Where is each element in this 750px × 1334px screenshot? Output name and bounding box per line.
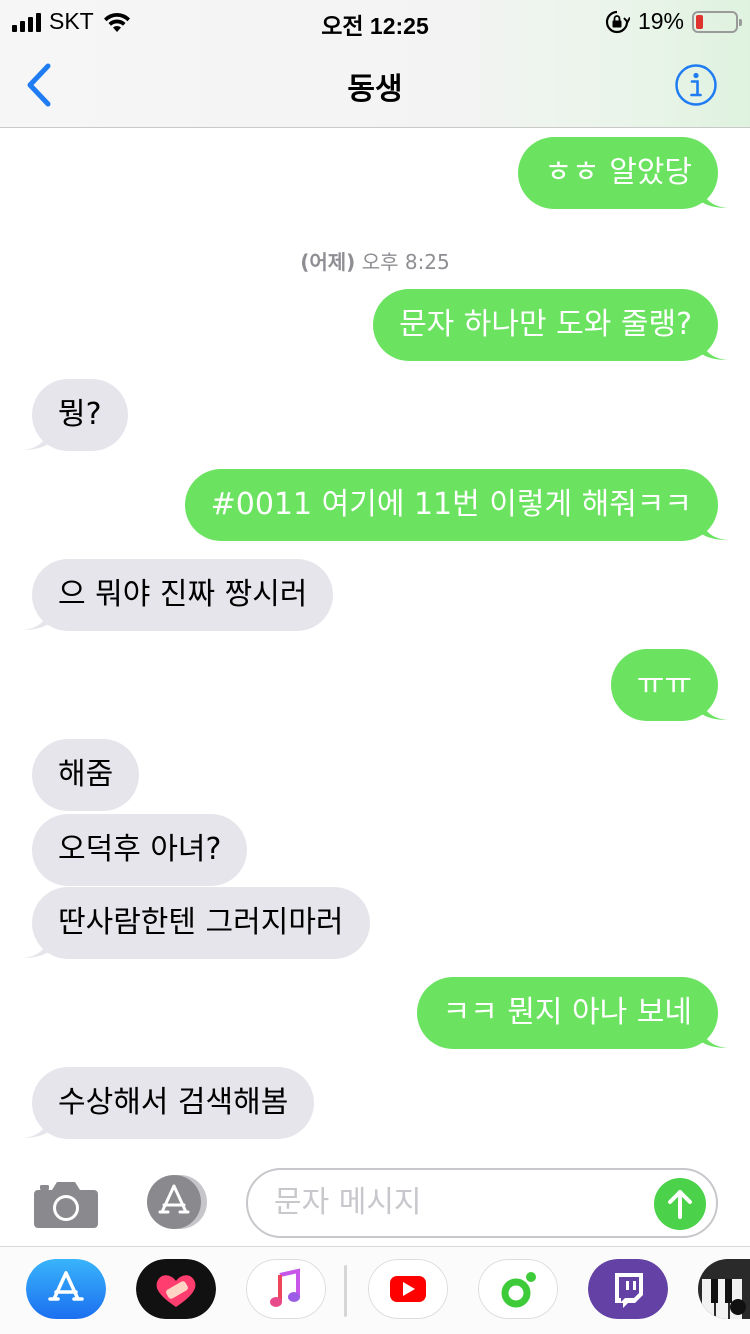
message-text: 뭥?: [58, 397, 102, 432]
piano-icon[interactable]: [698, 1259, 750, 1319]
battery-fill: [696, 14, 703, 29]
app-store-icon[interactable]: [140, 1174, 212, 1230]
green-circle-app-icon[interactable]: [478, 1259, 558, 1319]
message-text: ㅋㅋ 뭔지 아나 보네: [442, 995, 692, 1030]
message-bubble[interactable]: 으 뭐야 진짜 짱시러: [22, 559, 334, 631]
message-bubble[interactable]: 뭥?: [22, 379, 128, 451]
twitch-icon[interactable]: [588, 1259, 668, 1319]
message-text: 오덕후 아녀?: [58, 832, 222, 867]
rotation-lock-icon: [605, 10, 630, 33]
music-icon[interactable]: [246, 1259, 326, 1319]
timestamp-day: (어제): [300, 250, 356, 274]
camera-icon[interactable]: [34, 1178, 98, 1228]
status-bar: SKT 오전 12:25 19%: [0, 0, 750, 40]
send-button[interactable]: [654, 1178, 706, 1230]
navigation-bar: SKT 오전 12:25 19% 동생: [0, 0, 750, 128]
message-placeholder: 문자 메시지: [274, 1185, 422, 1220]
message-bubble[interactable]: #0011 여기에 11번 이렇게 해줘ㅋㅋ: [184, 469, 728, 541]
app-store-icon[interactable]: [26, 1259, 106, 1319]
message-text: ㅎㅎ 알았당: [544, 155, 692, 190]
message-bubble[interactable]: ㅎㅎ 알았당: [518, 137, 728, 209]
battery-icon: [692, 10, 742, 33]
message-bubble[interactable]: 딴사람한텐 그러지마러: [22, 887, 370, 959]
youtube-icon[interactable]: [368, 1259, 448, 1319]
message-text: 문자 하나만 도와 줄랭?: [399, 307, 692, 342]
message-thread[interactable]: ㅎㅎ 알았당 (어제) 오후 8:25 문자 하나만 도와 줄랭? 뭥? #00…: [0, 129, 750, 1149]
timestamp-time: 오후 8:25: [361, 250, 450, 274]
drawer-divider: [344, 1265, 347, 1317]
status-right: 19%: [604, 8, 742, 35]
message-text: ㅠㅠ: [636, 667, 692, 702]
message-bubble[interactable]: 수상해서 검색해봄: [22, 1067, 315, 1139]
message-bubble[interactable]: 문자 하나만 도와 줄랭?: [373, 289, 728, 361]
heart-sticker-icon[interactable]: [136, 1259, 216, 1319]
timestamp: (어제) 오후 8:25: [0, 246, 750, 275]
app-drawer: [0, 1246, 750, 1334]
compose-bar: 문자 메시지: [0, 1150, 750, 1246]
message-bubble[interactable]: 해줌: [32, 739, 140, 811]
battery-percent: 19%: [637, 8, 684, 34]
arrow-up-icon: [668, 1190, 692, 1219]
contact-name[interactable]: 동생: [0, 64, 750, 108]
message-bubble[interactable]: ㅠㅠ: [610, 649, 728, 721]
message-text: 딴사람한텐 그러지마러: [58, 905, 344, 940]
message-text: 으 뭐야 진짜 짱시러: [58, 577, 308, 612]
message-text: 해줌: [58, 757, 114, 792]
message-bubble[interactable]: 오덕후 아녀?: [32, 814, 248, 886]
message-input[interactable]: 문자 메시지: [246, 1168, 718, 1238]
info-icon[interactable]: [674, 63, 718, 107]
message-text: #0011 여기에 11번 이렇게 해줘ㅋㅋ: [210, 487, 692, 522]
message-bubble[interactable]: ㅋㅋ 뭔지 아나 보네: [416, 977, 728, 1049]
message-text: 수상해서 검색해봄: [58, 1085, 289, 1120]
